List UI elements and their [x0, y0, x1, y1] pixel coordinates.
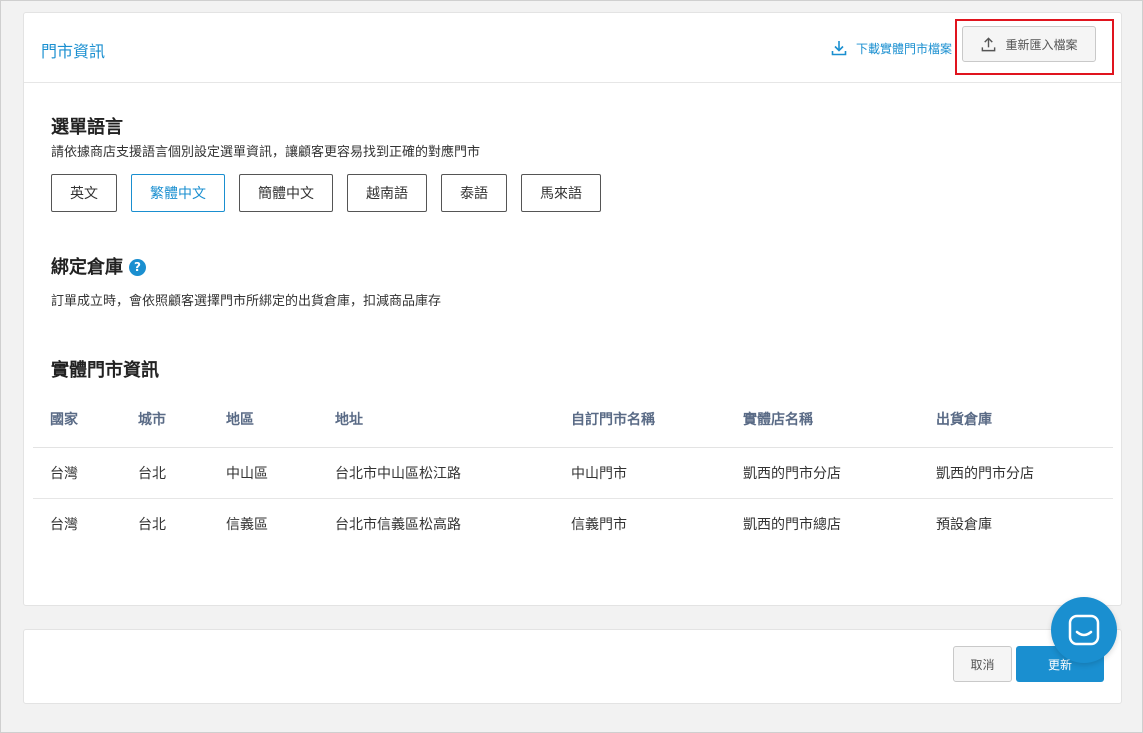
help-circle-icon[interactable]: ? [129, 258, 146, 276]
cancel-button[interactable]: 取消 [953, 646, 1012, 682]
reimport-file-button[interactable]: 重新匯入檔案 [962, 26, 1096, 62]
language-option-simplified-chinese[interactable]: 簡體中文 [239, 174, 333, 212]
language-option-thai[interactable]: 泰語 [441, 174, 507, 212]
page-title: 門市資訊 [41, 42, 106, 61]
stores-section-title: 實體門市資訊 [51, 360, 159, 381]
cell-city: 台北 [138, 516, 166, 533]
language-option-vietnamese[interactable]: 越南語 [347, 174, 427, 212]
download-store-file-link[interactable]: 下載實體門市檔案 [830, 39, 952, 57]
column-header-city: 城市 [121, 391, 209, 448]
column-header-shipping-warehouse: 出貨倉庫 [919, 391, 1113, 448]
cell-district: 信義區 [226, 516, 268, 533]
download-label: 下載實體門市檔案 [855, 41, 952, 56]
menu-language-title: 選單語言 [51, 117, 123, 138]
cell-physical-store-name: 凱西的門市總店 [743, 516, 841, 533]
column-header-address: 地址 [318, 391, 554, 448]
reimport-highlight-box: 重新匯入檔案 [955, 19, 1114, 75]
chat-icon [1068, 614, 1100, 646]
footer-action-bar: 取消 更新 [23, 629, 1122, 704]
card-header: 門市資訊 下載實體門市檔案 重新匯入檔案 [24, 13, 1121, 83]
table-row: 台灣 台北 信義區 台北市信義區松高路 信義門市 凱西的門市總店 預設倉庫 [33, 498, 1113, 549]
warehouse-title-row: 綁定倉庫? [51, 253, 146, 279]
upload-icon [982, 36, 996, 51]
store-info-card: 門市資訊 下載實體門市檔案 重新匯入檔案 選單語言 請依據商店支援語言個別設定選… [23, 12, 1122, 606]
language-option-traditional-chinese[interactable]: 繁體中文 [131, 174, 225, 212]
stores-table: 國家 城市 地區 地址 自訂門市名稱 實體店名稱 出貨倉庫 台灣 台北 中山區 … [33, 391, 1113, 549]
table-row: 台灣 台北 中山區 台北市中山區松江路 中山門市 凱西的門市分店 凱西的門市分店 [33, 447, 1113, 499]
cell-shipping-warehouse: 預設倉庫 [936, 516, 992, 533]
cell-shipping-warehouse: 凱西的門市分店 [919, 447, 1113, 499]
column-header-district: 地區 [209, 391, 318, 448]
cell-address: 台北市信義區松高路 [335, 516, 461, 533]
column-header-country: 國家 [33, 391, 121, 448]
cell-physical-store-name: 凱西的門市分店 [726, 447, 919, 499]
language-option-english[interactable]: 英文 [51, 174, 117, 212]
chat-launcher-button[interactable] [1051, 597, 1117, 663]
language-option-malay[interactable]: 馬來語 [521, 174, 601, 212]
reimport-label: 重新匯入檔案 [1005, 37, 1078, 52]
cell-address: 台北市中山區松江路 [318, 447, 554, 499]
column-header-custom-store-name: 自訂門市名稱 [554, 391, 726, 448]
menu-language-description: 請依據商店支援語言個別設定選單資訊，讓顧客更容易找到正確的對應門市 [51, 145, 481, 160]
cell-custom-store-name: 信義門市 [571, 516, 627, 533]
language-options: 英文 繁體中文 簡體中文 越南語 泰語 馬來語 [51, 174, 601, 212]
table-header-row: 國家 城市 地區 地址 自訂門市名稱 實體店名稱 出貨倉庫 [33, 391, 1113, 448]
cell-country: 台灣 [50, 516, 78, 533]
cell-district: 中山區 [209, 447, 318, 499]
warehouse-title: 綁定倉庫 [51, 257, 123, 278]
column-header-physical-store-name: 實體店名稱 [726, 391, 919, 448]
cell-city: 台北 [121, 447, 209, 499]
cell-country: 台灣 [33, 447, 121, 499]
warehouse-description: 訂單成立時，會依照顧客選擇門市所綁定的出貨倉庫，扣減商品庫存 [51, 294, 442, 309]
cell-custom-store-name: 中山門市 [554, 447, 726, 499]
download-icon [831, 41, 847, 56]
